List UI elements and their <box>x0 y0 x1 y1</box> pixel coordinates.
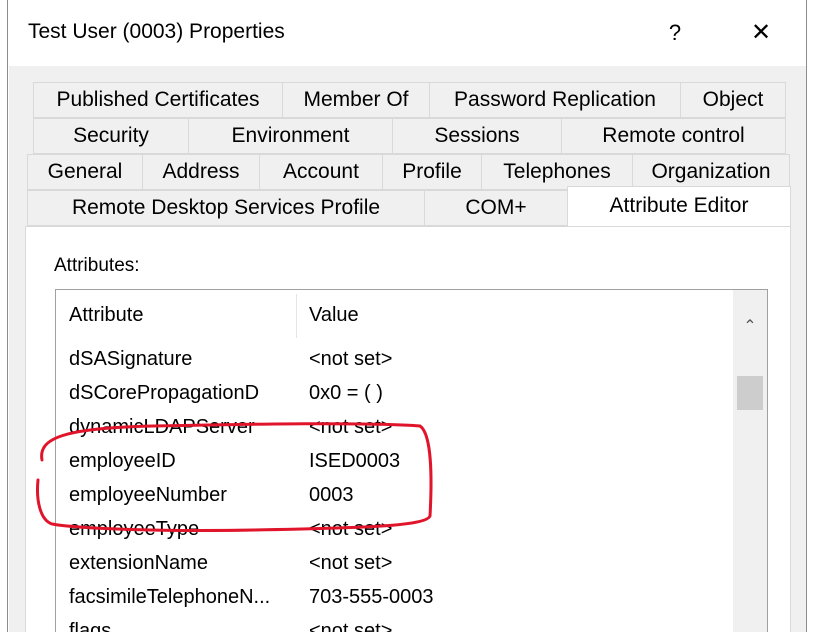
list-header: Attribute Value <box>56 290 731 342</box>
column-header-attribute[interactable]: Attribute <box>69 304 143 327</box>
attributes-label: Attributes: <box>54 255 140 276</box>
tab-organization[interactable]: Organization <box>632 154 790 190</box>
tab-sessions[interactable]: Sessions <box>392 118 562 154</box>
title-bar: Test User (0003) Properties ? ✕ <box>8 0 806 66</box>
attribute-value: <not set> <box>309 552 393 574</box>
attribute-value: 0x0 = ( ) <box>309 382 383 404</box>
list-item[interactable]: dSASignature <not set> <box>56 344 731 378</box>
attribute-value: 703-555-0003 <box>309 586 434 608</box>
attribute-name: employeeNumber <box>69 484 227 506</box>
attribute-name: employeeID <box>69 450 176 472</box>
attribute-value: <not set> <box>309 348 393 370</box>
close-button[interactable]: ✕ <box>744 18 778 48</box>
dialog-client-area: Published Certificates Member Of Passwor… <box>9 66 806 632</box>
attribute-value: <not set> <box>309 518 393 540</box>
attribute-value: <not set> <box>309 416 393 438</box>
chevron-up-icon[interactable]: ⌃ <box>733 312 767 342</box>
attribute-value: <not set> <box>309 620 393 632</box>
tab-remote-control[interactable]: Remote control <box>561 118 786 154</box>
attribute-name: employeeType <box>69 518 200 540</box>
attribute-name: dSCorePropagationD <box>69 382 260 404</box>
list-item[interactable]: dynamicLDAPServer <not set> <box>56 412 731 446</box>
vertical-scrollbar[interactable]: ⌃ <box>733 290 767 632</box>
tab-com-plus[interactable]: COM+ <box>424 190 568 226</box>
list-item[interactable]: flags <not set> <box>56 616 731 632</box>
tab-member-of[interactable]: Member Of <box>282 82 430 118</box>
list-item[interactable]: facsimileTelephoneN... 703-555-0003 <box>56 582 731 616</box>
attribute-name: flags <box>69 620 112 632</box>
list-item[interactable]: extensionName <not set> <box>56 548 731 582</box>
help-button[interactable]: ? <box>660 18 690 48</box>
tab-profile[interactable]: Profile <box>382 154 482 190</box>
list-item[interactable]: employeeID ISED0003 <box>56 446 731 480</box>
tab-telephones[interactable]: Telephones <box>481 154 633 190</box>
attribute-value: ISED0003 <box>309 450 401 472</box>
window-title: Test User (0003) Properties <box>28 20 285 43</box>
tab-remote-desktop-services-profile[interactable]: Remote Desktop Services Profile <box>27 190 425 226</box>
list-item[interactable]: employeeNumber 0003 <box>56 480 731 514</box>
tab-attribute-editor[interactable]: Attribute Editor <box>567 186 791 226</box>
properties-dialog: Test User (0003) Properties ? ✕ Publishe… <box>7 0 807 632</box>
column-divider[interactable] <box>296 294 297 338</box>
scrollbar-thumb[interactable] <box>737 376 763 410</box>
tab-published-certificates[interactable]: Published Certificates <box>33 82 283 118</box>
tab-password-replication[interactable]: Password Replication <box>429 82 681 118</box>
list-item[interactable]: employeeType <not set> <box>56 514 731 548</box>
attribute-value: 0003 <box>309 484 354 506</box>
tab-environment[interactable]: Environment <box>188 118 393 154</box>
tab-account[interactable]: Account <box>259 154 383 190</box>
tab-address[interactable]: Address <box>142 154 260 190</box>
attribute-name: dynamicLDAPServer <box>69 416 255 438</box>
tab-security[interactable]: Security <box>33 118 189 154</box>
attribute-name: dSASignature <box>69 348 193 370</box>
tab-general[interactable]: General <box>27 154 143 190</box>
column-header-value[interactable]: Value <box>309 304 359 327</box>
attribute-name: extensionName <box>69 552 208 574</box>
tab-object[interactable]: Object <box>680 82 786 118</box>
attributes-list[interactable]: Attribute Value dSASignature <not set> d… <box>55 289 768 632</box>
attribute-editor-panel: Attributes: Attribute Value dSASignature… <box>25 226 791 632</box>
list-item[interactable]: dSCorePropagationD 0x0 = ( ) <box>56 378 731 412</box>
attribute-name: facsimileTelephoneN... <box>69 586 271 608</box>
